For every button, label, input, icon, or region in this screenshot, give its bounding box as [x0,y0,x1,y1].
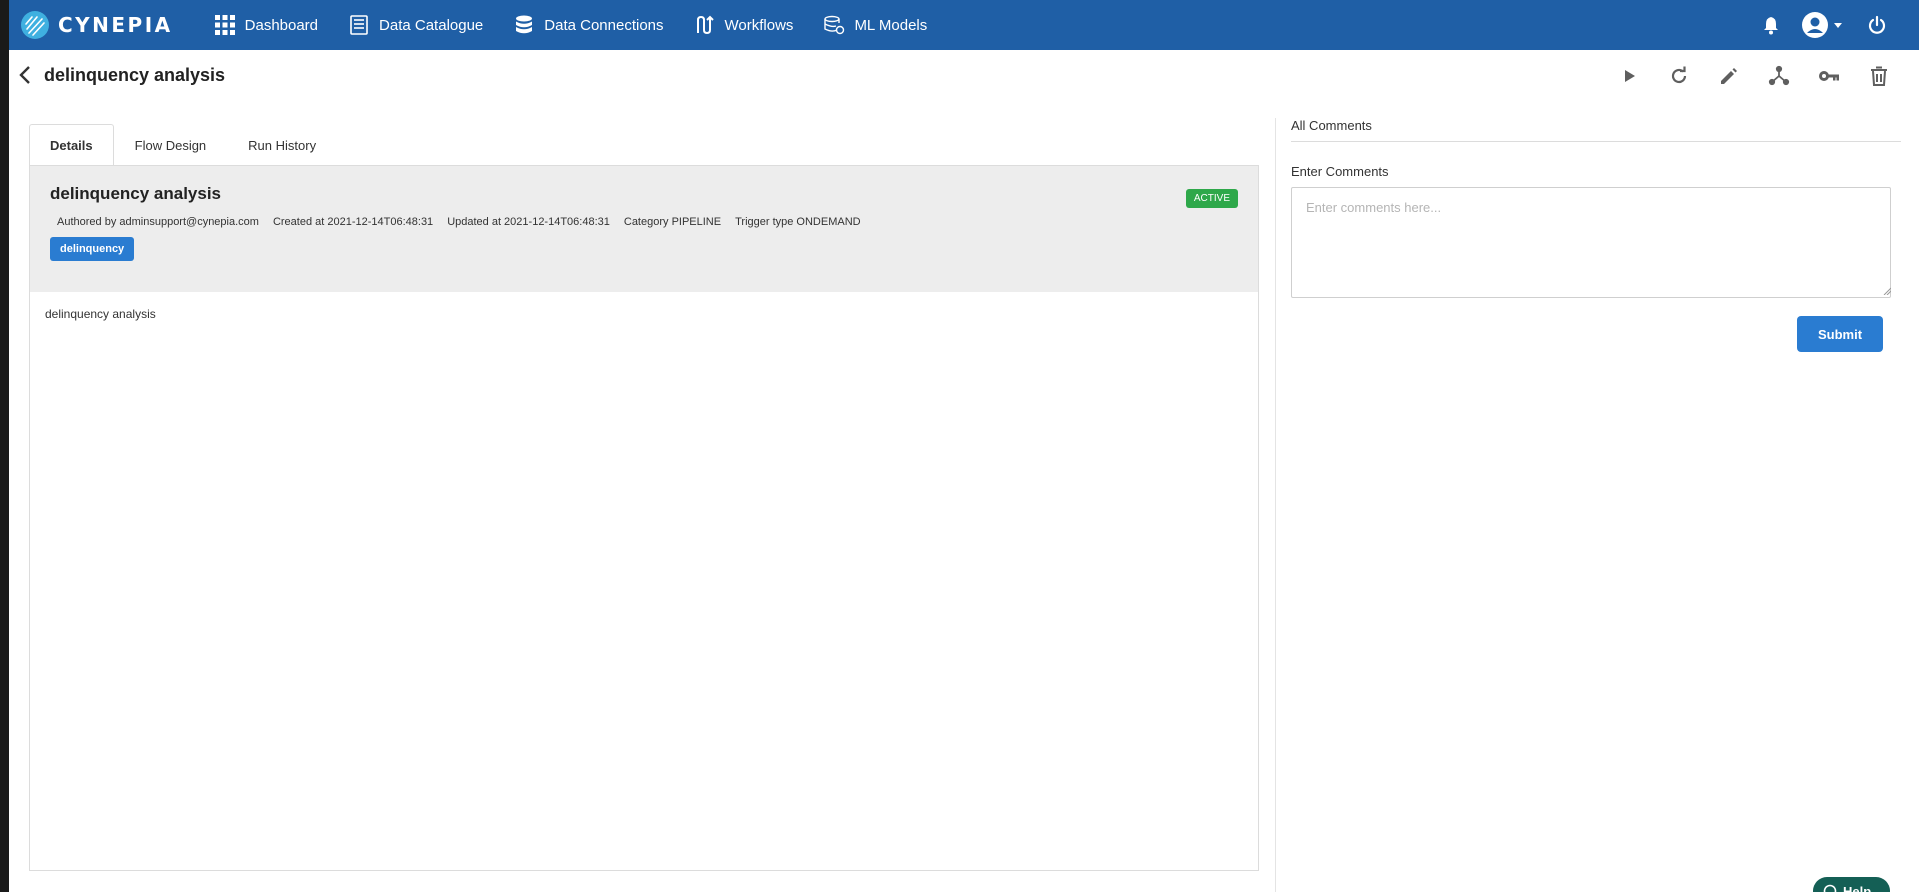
app-window: CYNEPIA Dashboard Data Catalogue Data Co… [9,0,1919,892]
nav-right [1761,0,1919,50]
caret-down-icon [1834,23,1842,28]
comments-panel: All Comments Enter Comments Enter commen… [1291,118,1901,352]
nav-item-label: Dashboard [244,16,319,34]
tab-bar: Details Flow Design Run History [29,124,337,166]
help-button[interactable]: Help [1813,877,1890,892]
tab-run-history[interactable]: Run History [227,124,337,166]
tag-chip[interactable]: delinquency [50,237,135,261]
nav-item-label: Data Connections [544,16,664,34]
chevron-left-icon [19,66,30,84]
brand-name: CYNEPIA [58,13,173,37]
pipeline-meta: Authored by adminsupport@cynepia.com Cre… [57,216,1238,228]
refresh-button[interactable] [1654,60,1704,92]
pipeline-description: delinquency analysis [45,307,156,321]
action-toolbar [1604,60,1904,92]
tab-flow-design[interactable]: Flow Design [114,124,228,166]
help-label: Help [1843,883,1872,892]
back-button[interactable] [14,64,36,86]
delete-icon [1871,66,1887,86]
page-header: delinquency analysis [9,50,1919,100]
refresh-icon [1671,66,1687,84]
meta-category: Category PIPELINE [623,216,722,228]
nav-item-label: Data Catalogue [379,16,484,34]
fork-button[interactable] [1754,60,1804,92]
comments-title: All Comments [1291,118,1901,142]
nav-item-data-catalogue[interactable]: Data Catalogue [333,0,498,50]
document-icon [350,15,368,35]
help-circle-icon [1823,884,1837,892]
logout-button[interactable] [1867,15,1887,35]
nav-item-dashboard[interactable]: Dashboard [199,0,333,50]
meta-author: Authored by adminsupport@cynepia.com [57,216,259,228]
meta-trigger: Trigger type ONDEMAND [735,216,861,228]
nav-item-data-connections[interactable]: Data Connections [498,0,678,50]
nav-item-label: Workflows [724,16,794,34]
brand-logo-icon [21,11,49,39]
comments-input[interactable]: Enter comments here... [1291,187,1891,298]
delete-button[interactable] [1854,60,1904,92]
edit-button[interactable] [1704,60,1754,92]
meta-created: Created at 2021-12-14T06:48:31 [272,216,434,228]
tab-details[interactable]: Details [29,124,114,166]
edit-icon [1721,68,1737,84]
nav-item-label: ML Models [854,16,928,34]
brand[interactable]: CYNEPIA [20,10,173,40]
key-icon [1819,71,1839,81]
run-button[interactable] [1604,60,1654,92]
grid-icon [214,15,235,35]
panel-divider [1275,118,1276,892]
nav-item-ml-models[interactable]: ML Models [808,0,942,50]
play-icon [1625,70,1635,82]
notifications-button[interactable] [1761,15,1781,35]
pipeline-summary: delinquency analysis ACTIVE Authored by … [30,166,1258,292]
resize-grip-icon[interactable] [1883,287,1891,295]
pipeline-title: delinquency analysis [50,184,222,203]
details-panel: delinquency analysis ACTIVE Authored by … [29,165,1259,871]
permissions-button[interactable] [1804,60,1854,92]
bell-icon [1764,17,1778,35]
power-icon [1868,15,1886,34]
nav-item-workflows[interactable]: Workflows [679,0,809,50]
database-icon [516,15,533,34]
status-badge: ACTIVE [1185,189,1238,208]
page-title: delinquency analysis [44,64,226,85]
meta-updated: Updated at 2021-12-14T06:48:31 [447,216,610,228]
account-menu-button[interactable] [1801,11,1843,39]
ml-model-icon [824,15,845,35]
workflow-icon [696,15,714,35]
comments-label: Enter Comments [1291,164,1389,179]
account-icon [1802,12,1828,38]
fork-icon [1768,65,1790,86]
top-navbar: CYNEPIA Dashboard Data Catalogue Data Co… [9,0,1919,50]
submit-comment-button[interactable]: Submit [1797,316,1883,352]
